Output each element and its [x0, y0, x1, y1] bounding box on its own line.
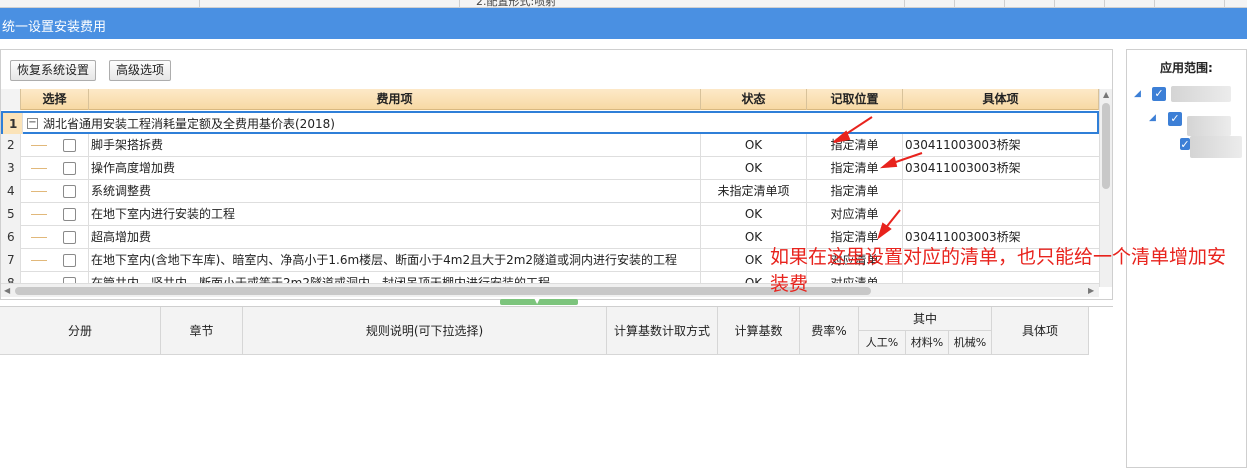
- annotation-arrowhead: [879, 156, 898, 169]
- annotation-arrowhead: [833, 130, 851, 143]
- annotation-arrows: [833, 116, 923, 240]
- annotation-text: 如果在这里设置对应的清单，也只能给一个清单增加安装费: [770, 246, 1227, 295]
